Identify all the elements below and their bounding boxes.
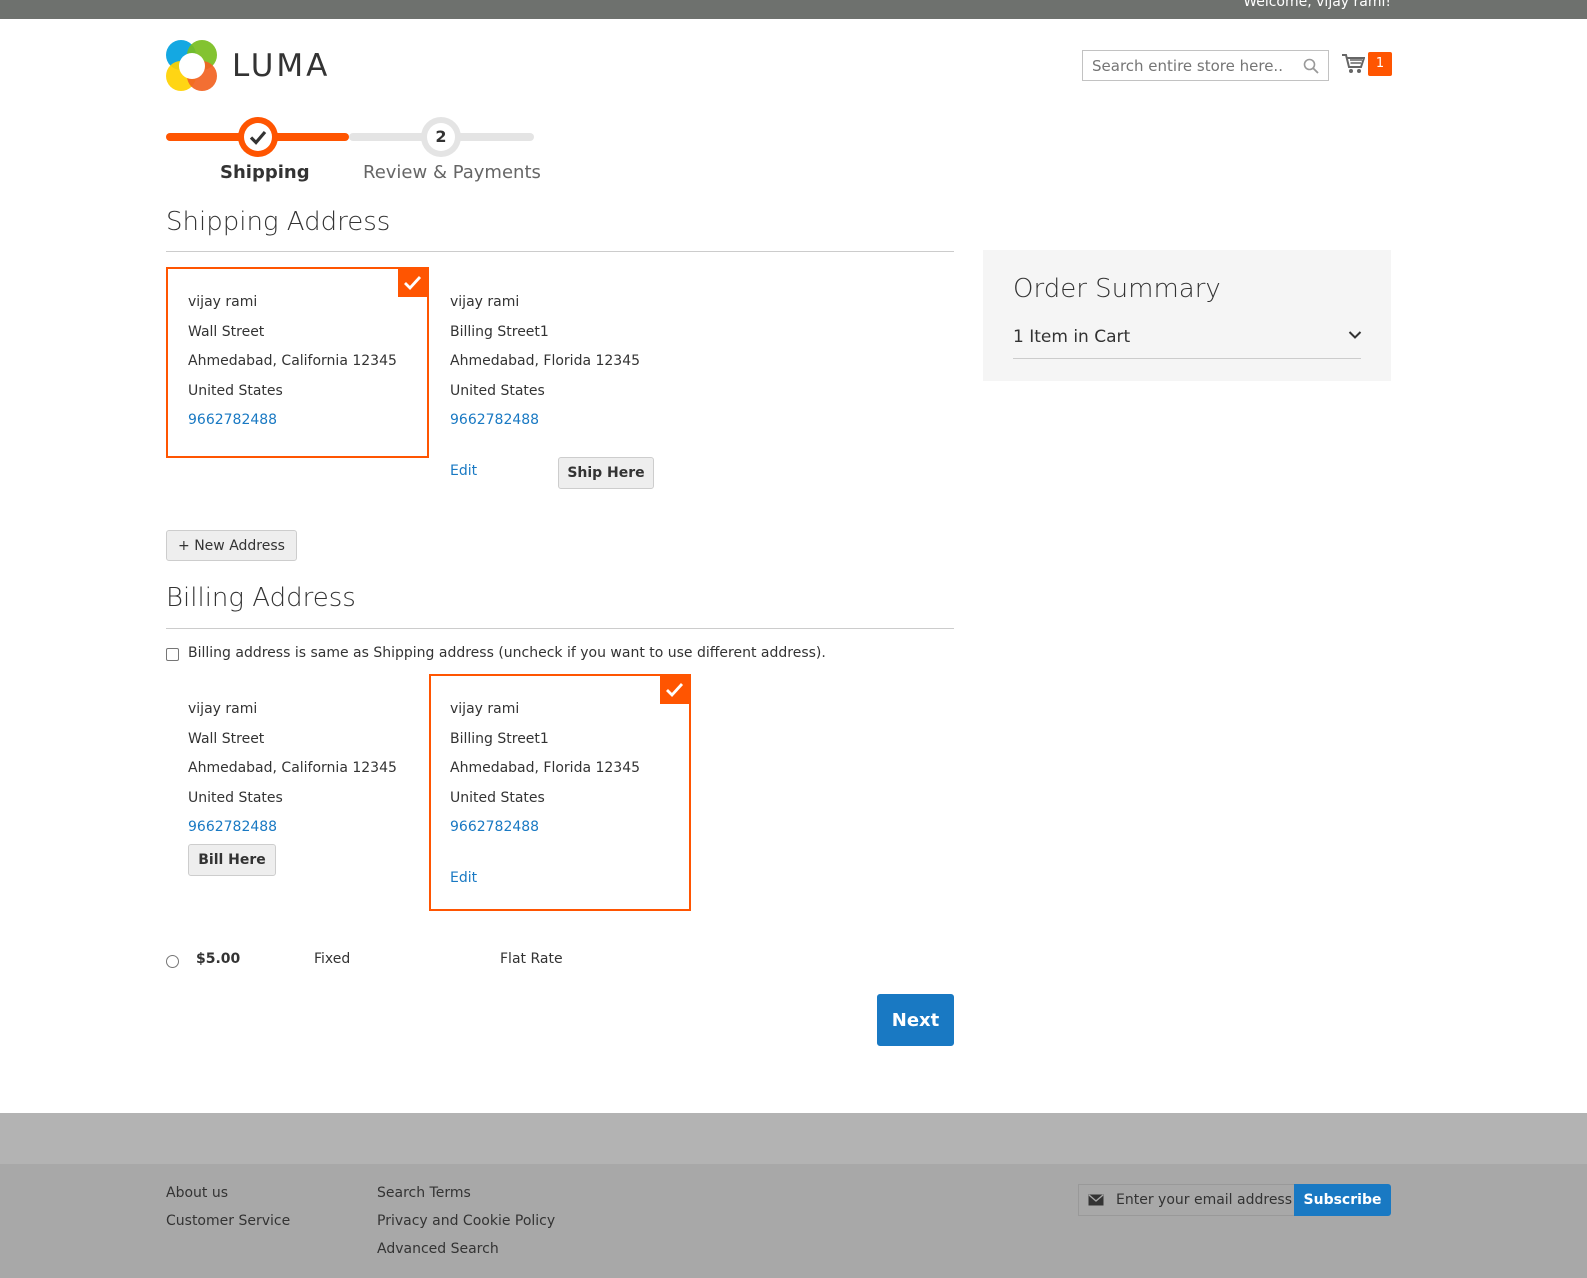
footer-link-privacy-policy[interactable]: Privacy and Cookie Policy bbox=[377, 1213, 555, 1229]
address-street: Billing Street1 bbox=[450, 323, 549, 340]
billing-address-title: Billing Address bbox=[166, 583, 356, 613]
order-summary-title: Order Summary bbox=[1013, 274, 1221, 304]
address-country: United States bbox=[188, 382, 283, 399]
address-phone[interactable]: 9662782488 bbox=[450, 813, 640, 843]
checkmark-icon bbox=[404, 276, 422, 291]
search-box bbox=[1082, 50, 1329, 81]
newsletter-email-input[interactable] bbox=[1114, 1185, 1294, 1215]
shipping-method-price: $5.00 bbox=[196, 951, 241, 967]
checkmark-icon bbox=[666, 683, 684, 698]
step-number: 2 bbox=[427, 123, 455, 151]
address-street: Wall Street bbox=[188, 730, 265, 747]
shipping-method-radio[interactable] bbox=[166, 955, 179, 968]
step-label-shipping: Shipping bbox=[220, 162, 310, 183]
luma-logo-icon bbox=[166, 40, 218, 92]
address-city: Ahmedabad, Florida 12345 bbox=[450, 353, 641, 370]
address-country: United States bbox=[450, 789, 545, 806]
billing-same-as-shipping-label[interactable]: Billing address is same as Shipping addr… bbox=[188, 645, 826, 661]
address-phone[interactable]: 9662782488 bbox=[450, 406, 640, 436]
divider bbox=[166, 628, 954, 629]
address-street: Billing Street1 bbox=[450, 730, 549, 747]
divider bbox=[166, 251, 954, 252]
welcome-message: Welcome, vijay rami! bbox=[1243, 0, 1391, 10]
address-name: vijay rami bbox=[450, 294, 520, 310]
divider bbox=[1013, 358, 1361, 359]
new-address-button[interactable]: + New Address bbox=[166, 530, 297, 561]
subscribe-button[interactable]: Subscribe bbox=[1294, 1184, 1391, 1216]
page-footer: About us Customer Service Search Terms P… bbox=[0, 1164, 1587, 1278]
address-country: United States bbox=[188, 789, 283, 806]
address-name: vijay rami bbox=[450, 701, 520, 717]
edit-address-link[interactable]: Edit bbox=[450, 870, 477, 886]
address-name: vijay rami bbox=[188, 294, 258, 310]
checkout-progress-bar: 2 Shipping Review & Payments bbox=[166, 116, 541, 186]
cart-count-badge: 1 bbox=[1368, 52, 1392, 76]
search-input[interactable] bbox=[1083, 51, 1293, 80]
top-panel: Welcome, vijay rami! bbox=[0, 0, 1587, 19]
footer-link-customer-service[interactable]: Customer Service bbox=[166, 1213, 290, 1229]
address-city: Ahmedabad, California 12345 bbox=[188, 353, 397, 370]
selected-corner bbox=[660, 675, 689, 704]
shipping-address-2[interactable]: vijay rami Billing Street1 Ahmedabad, Fl… bbox=[450, 288, 640, 436]
billing-address-2: vijay rami Billing Street1 Ahmedabad, Fl… bbox=[450, 695, 640, 843]
step-review-marker: 2 bbox=[421, 117, 461, 157]
selected-corner bbox=[398, 268, 427, 297]
logo-text: LUMA bbox=[232, 48, 331, 84]
address-name: vijay rami bbox=[188, 701, 258, 717]
store-logo[interactable]: LUMA bbox=[166, 40, 330, 92]
shipping-carrier-name: Flat Rate bbox=[500, 951, 563, 967]
bill-here-button[interactable]: Bill Here bbox=[188, 844, 276, 876]
edit-address-link[interactable]: Edit bbox=[450, 463, 477, 479]
footer-top-band bbox=[0, 1113, 1587, 1164]
shipping-address-1: vijay rami Wall Street Ahmedabad, Califo… bbox=[188, 288, 397, 436]
address-phone[interactable]: 9662782488 bbox=[188, 813, 397, 843]
search-icon[interactable] bbox=[1303, 58, 1319, 74]
envelope-icon bbox=[1088, 1194, 1104, 1206]
shipping-method-name: Fixed bbox=[314, 951, 351, 967]
address-city: Ahmedabad, California 12345 bbox=[188, 760, 397, 777]
next-button[interactable]: Next bbox=[877, 994, 954, 1046]
billing-same-as-shipping-checkbox[interactable] bbox=[166, 648, 179, 661]
order-summary: Order Summary 1 Item in Cart bbox=[983, 250, 1391, 381]
ship-here-button[interactable]: Ship Here bbox=[558, 457, 654, 489]
footer-link-advanced-search[interactable]: Advanced Search bbox=[377, 1241, 499, 1257]
checkmark-icon bbox=[249, 130, 267, 145]
footer-link-about-us[interactable]: About us bbox=[166, 1185, 228, 1201]
address-phone[interactable]: 9662782488 bbox=[188, 406, 397, 436]
minicart[interactable]: 1 bbox=[1341, 51, 1392, 77]
address-country: United States bbox=[450, 382, 545, 399]
newsletter-field bbox=[1078, 1184, 1295, 1216]
items-in-cart-toggle[interactable]: 1 Item in Cart bbox=[1013, 327, 1130, 347]
address-city: Ahmedabad, Florida 12345 bbox=[450, 760, 641, 777]
chevron-down-icon[interactable] bbox=[1348, 330, 1362, 340]
address-street: Wall Street bbox=[188, 323, 265, 340]
billing-address-1[interactable]: vijay rami Wall Street Ahmedabad, Califo… bbox=[188, 695, 397, 843]
shipping-address-title: Shipping Address bbox=[166, 207, 391, 237]
cart-icon[interactable] bbox=[1341, 53, 1365, 75]
step-label-review-payments[interactable]: Review & Payments bbox=[363, 162, 541, 183]
footer-link-search-terms[interactable]: Search Terms bbox=[377, 1185, 471, 1201]
step-shipping-marker bbox=[238, 117, 278, 157]
